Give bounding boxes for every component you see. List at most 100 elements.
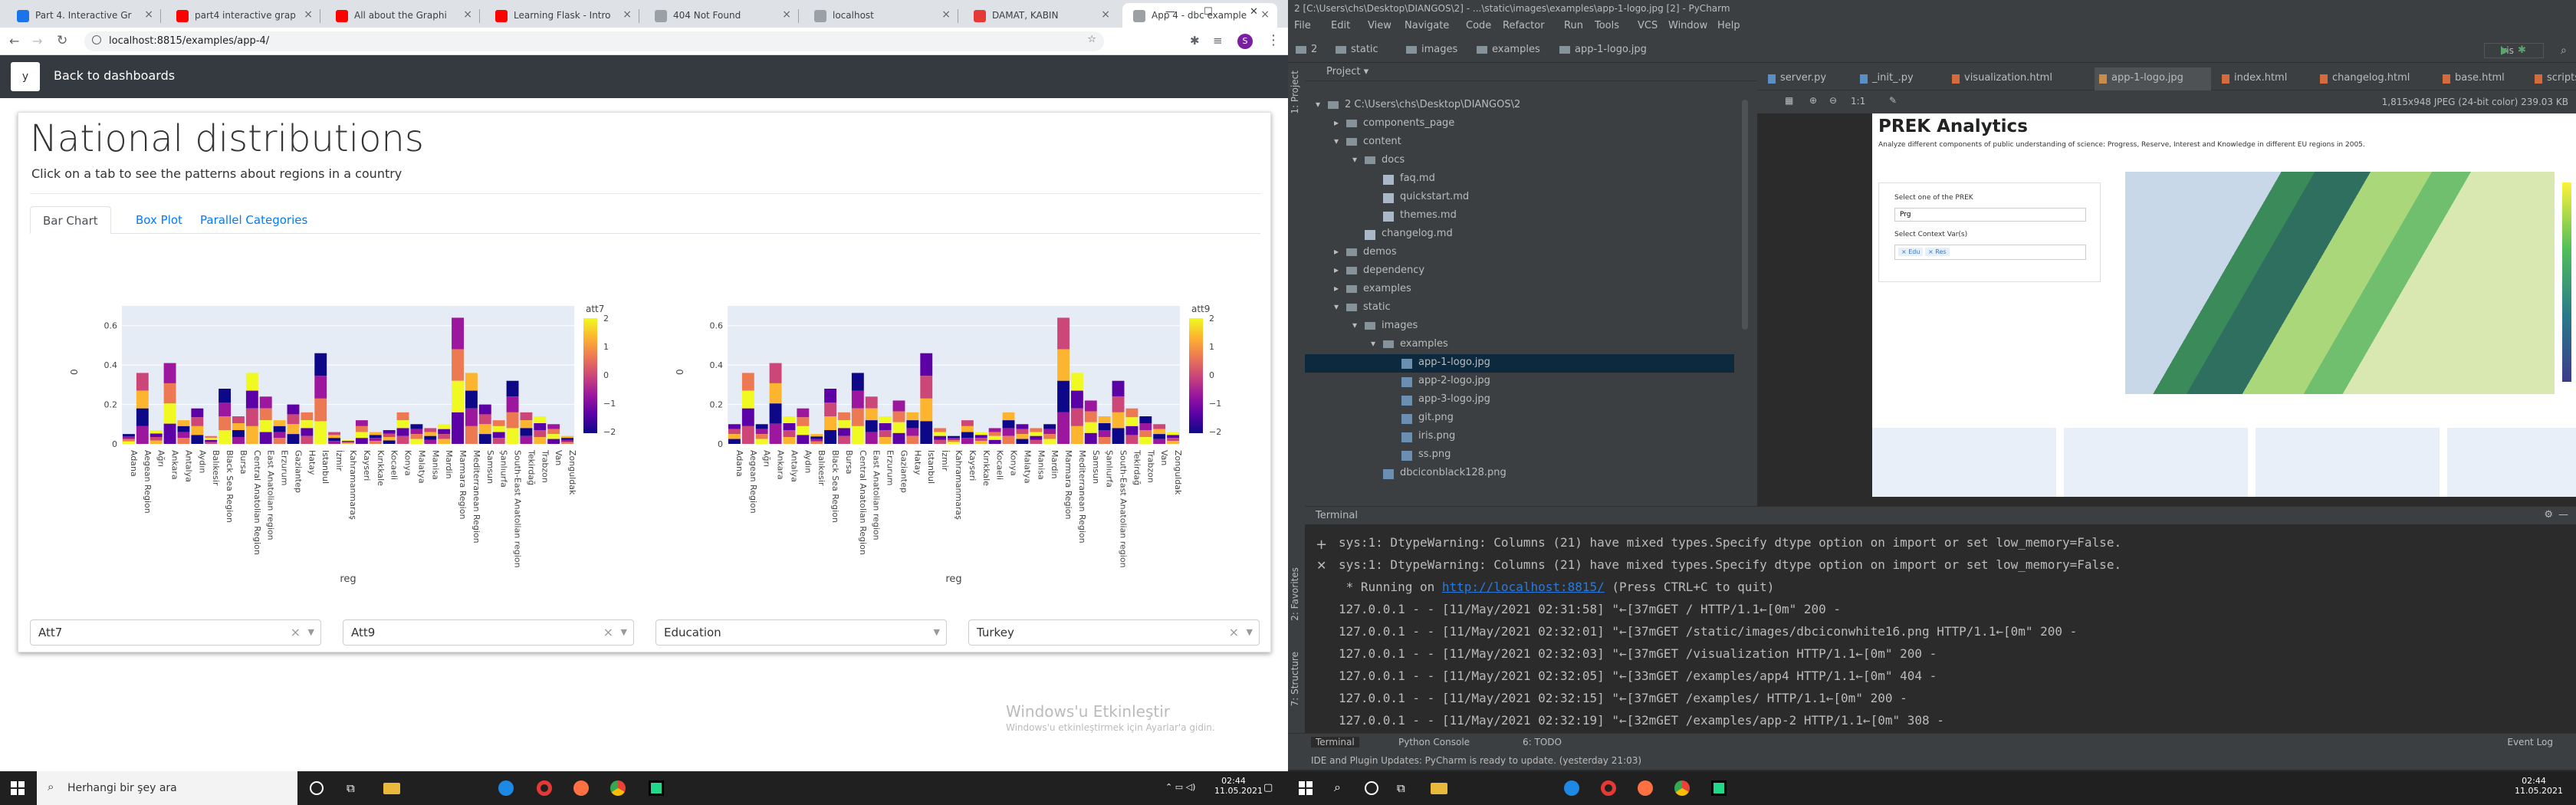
close-tab-icon[interactable]: ×	[304, 8, 313, 21]
bar-segment[interactable]	[301, 435, 314, 444]
bar-segment[interactable]	[232, 430, 245, 437]
caret-down-icon[interactable]: ▼	[308, 627, 314, 637]
favorites-tool-tab[interactable]: 2: Favorites	[1290, 567, 1300, 621]
bar-segment[interactable]	[245, 408, 258, 426]
bar-segment[interactable]	[755, 424, 768, 429]
bar-segment[interactable]	[974, 438, 987, 442]
bar-segment[interactable]	[287, 404, 300, 415]
bar-segment[interactable]	[424, 435, 437, 440]
bar-segment[interactable]	[205, 438, 218, 440]
tree-item[interactable]: ▾ docs	[1305, 152, 1734, 170]
structure-tool-tab[interactable]: 7: Structure	[1290, 652, 1300, 706]
bar-segment[interactable]	[1002, 428, 1015, 436]
breadcrumb-item[interactable]: images	[1421, 44, 1457, 55]
bar-segment[interactable]	[783, 437, 796, 444]
bar-segment[interactable]	[948, 442, 960, 444]
menu-item[interactable]: Tools	[1595, 20, 1619, 31]
bar-segment[interactable]	[1070, 373, 1083, 391]
bottom-tool-tab[interactable]: 6: TODO	[1523, 737, 1562, 748]
bar-segment[interactable]	[177, 432, 190, 439]
file-explorer-icon[interactable]	[1431, 783, 1447, 794]
project-tool-tab[interactable]: 1: Project	[1290, 71, 1300, 114]
bar-segment[interactable]	[520, 428, 533, 436]
bar-segment[interactable]	[177, 420, 190, 426]
debug-icon[interactable]: ✱	[2518, 44, 2526, 56]
breadcrumb-item[interactable]: static	[1351, 44, 1378, 55]
bar-segment[interactable]	[163, 423, 176, 444]
bar-segment[interactable]	[452, 412, 464, 444]
bar-segment[interactable]	[879, 416, 892, 423]
bar-segment[interactable]	[232, 416, 245, 423]
bar-segment[interactable]	[1016, 434, 1029, 439]
bar-segment[interactable]	[191, 417, 204, 426]
bar-segment[interactable]	[728, 434, 741, 439]
bar-segment[interactable]	[520, 435, 533, 444]
browser-tab[interactable]: DAMAT, KABIN ×	[963, 3, 1118, 28]
editor-tab[interactable]: _init_.py	[1855, 67, 1941, 90]
bar-segment[interactable]	[810, 434, 823, 437]
bar-segment[interactable]	[205, 442, 218, 444]
bar-segment[interactable]	[369, 432, 382, 435]
bar-segment[interactable]	[452, 317, 464, 350]
bar-segment[interactable]	[396, 435, 409, 444]
bar-segment[interactable]	[287, 424, 300, 435]
bar-segment[interactable]	[1002, 412, 1015, 421]
menu-item[interactable]: Window	[1668, 20, 1707, 31]
bar-segment[interactable]	[934, 432, 947, 436]
tree-item[interactable]: app-1-logo.jpg	[1305, 354, 1734, 373]
edge-icon[interactable]	[498, 780, 514, 796]
bar-segment[interactable]	[342, 441, 354, 442]
edge-icon[interactable]	[1564, 780, 1579, 796]
bar-segment[interactable]	[355, 426, 368, 432]
chevron-down-icon[interactable]: ▾	[1371, 338, 1375, 349]
hide-icon[interactable]: —	[2558, 509, 2568, 521]
bar-segment[interactable]	[355, 420, 368, 426]
editor-tab[interactable]: scripts.html	[2530, 67, 2576, 90]
bar-segment[interactable]	[465, 390, 478, 409]
bar-segment[interactable]	[369, 438, 382, 442]
breadcrumb-item[interactable]: 2	[1311, 44, 1317, 55]
bar-segment[interactable]	[123, 434, 135, 437]
bar-segment[interactable]	[906, 435, 919, 444]
tree-item[interactable]: ▸ demos	[1305, 244, 1734, 262]
tree-item[interactable]: changelog.md	[1305, 225, 1734, 244]
clear-icon[interactable]: ×	[603, 625, 613, 639]
bar-segment[interactable]	[287, 414, 300, 425]
bar-segment[interactable]	[219, 389, 232, 402]
bar-segment[interactable]	[1098, 437, 1111, 444]
bar-segment[interactable]	[150, 440, 163, 445]
close-window-button[interactable]: ✕	[1250, 6, 1258, 18]
bar-segment[interactable]	[369, 435, 382, 439]
file-explorer-icon[interactable]	[383, 783, 400, 794]
bar-segment[interactable]	[492, 438, 505, 444]
menu-item[interactable]: Edit	[1331, 20, 1350, 31]
browser-tab[interactable]: All about the Graphi ×	[325, 3, 480, 28]
bar-segment[interactable]	[123, 436, 135, 439]
bar-segment[interactable]	[136, 373, 149, 391]
bar-segment[interactable]	[1084, 432, 1097, 444]
bar-segment[interactable]	[1057, 380, 1070, 412]
tree-item[interactable]: faq.md	[1305, 170, 1734, 189]
close-tab-icon[interactable]: ×	[1101, 8, 1110, 21]
bar-segment[interactable]	[797, 435, 810, 444]
chevron-right-icon[interactable]: ▸	[1334, 246, 1339, 257]
zoom-out-icon[interactable]: ⊖	[1829, 95, 1837, 106]
bar-segment[interactable]	[452, 380, 464, 412]
bar-segment[interactable]	[1125, 426, 1138, 435]
bar-segment[interactable]	[1167, 441, 1179, 444]
bar-segment[interactable]	[492, 426, 505, 432]
browser-tab[interactable]: localhost ×	[803, 3, 958, 28]
search-icon[interactable]: ⌕	[1334, 780, 1341, 795]
bar-segment[interactable]	[1030, 428, 1043, 432]
zoom-in-icon[interactable]: ⊕	[1809, 95, 1817, 106]
bar-segment[interactable]	[383, 430, 396, 434]
windows-start-icon[interactable]	[1299, 781, 1313, 795]
tree-item[interactable]: iris.png	[1305, 428, 1734, 446]
bar-segment[interactable]	[342, 442, 354, 444]
bar-segment[interactable]	[838, 435, 850, 444]
bar-segment[interactable]	[396, 428, 409, 436]
bar-segment[interactable]	[920, 398, 933, 422]
browser-tab[interactable]: Learning Flask - Intro ×	[485, 3, 639, 28]
bar-segment[interactable]	[906, 412, 919, 421]
bar-segment[interactable]	[1057, 317, 1070, 350]
